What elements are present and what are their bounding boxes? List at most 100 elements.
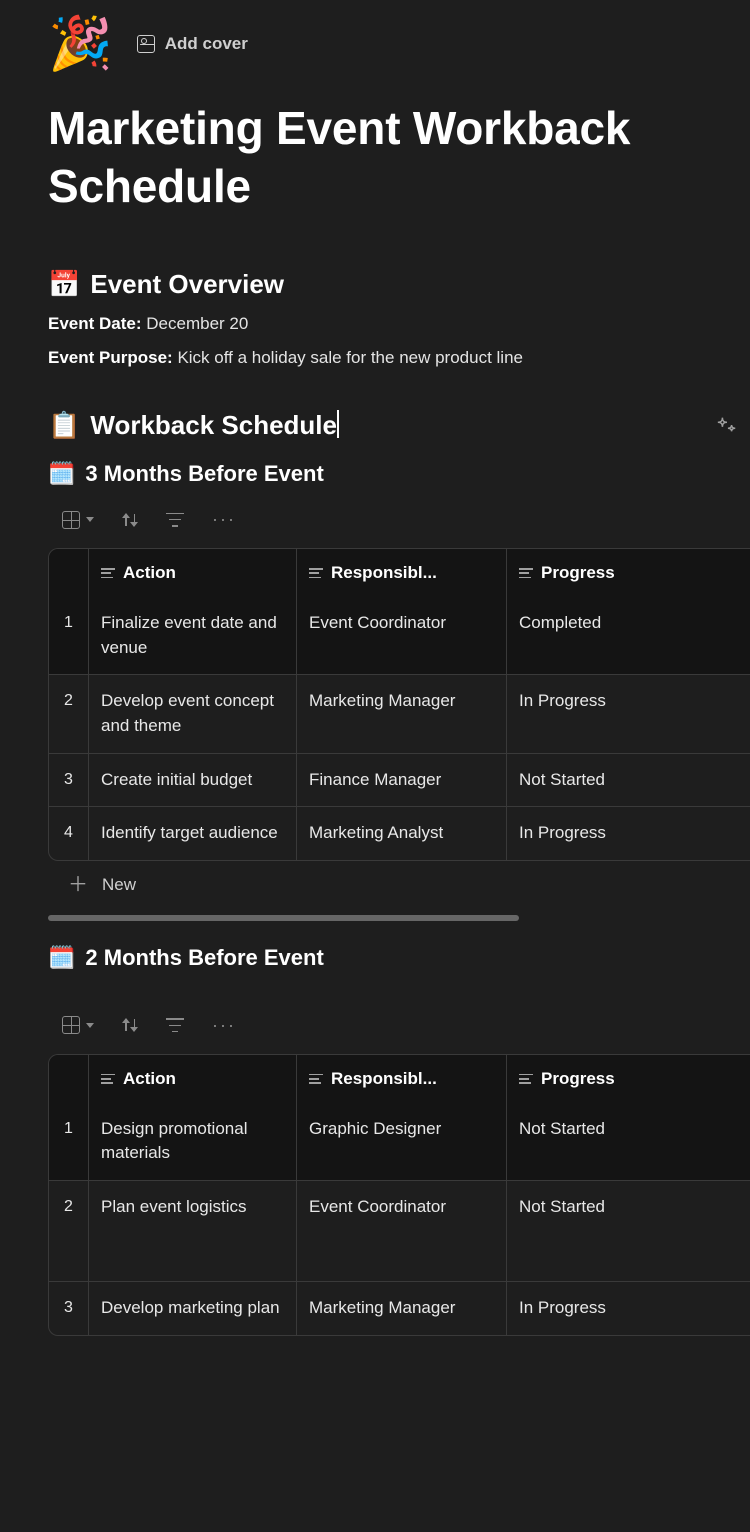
col-responsible-header[interactable]: Responsibl... bbox=[297, 549, 507, 597]
cell-progress[interactable]: In Progress bbox=[507, 675, 750, 752]
table-row[interactable]: 3Develop marketing planMarketing Manager… bbox=[49, 1281, 750, 1335]
cell-progress[interactable]: In Progress bbox=[507, 1282, 750, 1335]
cell-progress[interactable]: Not Started bbox=[507, 1181, 750, 1281]
col-progress-header[interactable]: Progress bbox=[507, 549, 750, 597]
workback-heading[interactable]: 📋 Workback Schedule bbox=[48, 410, 702, 441]
table2-toolbar: ··· bbox=[62, 1015, 702, 1036]
row-number: 3 bbox=[49, 754, 89, 807]
col-responsible-label: Responsibl... bbox=[331, 563, 437, 583]
col-progress-header[interactable]: Progress bbox=[507, 1055, 750, 1103]
chevron-down-icon bbox=[86, 1023, 94, 1028]
table-2months: Action Responsibl... Progress 1Design pr… bbox=[48, 1054, 750, 1336]
cell-action[interactable]: Plan event logistics bbox=[89, 1181, 297, 1281]
cell-action[interactable]: Create initial budget bbox=[89, 754, 297, 807]
table-header-row: Action Responsibl... Progress bbox=[49, 1055, 750, 1103]
cell-progress[interactable]: In Progress bbox=[507, 807, 750, 860]
clipboard-icon: 📋 bbox=[48, 410, 80, 441]
table1-hscroll[interactable] bbox=[48, 915, 702, 921]
cell-action[interactable]: Finalize event date and venue bbox=[89, 597, 297, 674]
cell-action[interactable]: Develop event concept and theme bbox=[89, 675, 297, 752]
cell-action[interactable]: Identify target audience bbox=[89, 807, 297, 860]
sort-button[interactable] bbox=[122, 511, 138, 529]
cell-progress[interactable]: Not Started bbox=[507, 1103, 750, 1180]
cell-responsible[interactable]: Marketing Analyst bbox=[297, 807, 507, 860]
filter-icon bbox=[166, 1018, 184, 1032]
section-3months-text: 3 Months Before Event bbox=[85, 461, 323, 487]
row-number: 2 bbox=[49, 1181, 89, 1281]
filter-button[interactable] bbox=[166, 513, 184, 527]
table-row[interactable]: 4Identify target audienceMarketing Analy… bbox=[49, 806, 750, 860]
section-3months-heading[interactable]: 🗓️ 3 Months Before Event bbox=[48, 461, 702, 487]
copilot-icon[interactable] bbox=[716, 412, 738, 434]
cell-responsible[interactable]: Marketing Manager bbox=[297, 1282, 507, 1335]
chevron-down-icon bbox=[86, 517, 94, 522]
col-num-header bbox=[49, 549, 89, 597]
cell-responsible[interactable]: Graphic Designer bbox=[297, 1103, 507, 1180]
row-number: 2 bbox=[49, 675, 89, 752]
cell-responsible[interactable]: Event Coordinator bbox=[297, 1181, 507, 1281]
table-row[interactable]: 3Create initial budgetFinance ManagerNot… bbox=[49, 753, 750, 807]
add-cover-button[interactable]: Add cover bbox=[137, 34, 248, 54]
table-row[interactable]: 1Design promotional materialsGraphic Des… bbox=[49, 1103, 750, 1180]
text-column-icon bbox=[101, 1074, 115, 1084]
add-cover-label: Add cover bbox=[165, 34, 248, 54]
scrollbar-thumb[interactable] bbox=[48, 915, 519, 921]
sort-button[interactable] bbox=[122, 1016, 138, 1034]
event-purpose-row[interactable]: Event Purpose: Kick off a holiday sale f… bbox=[48, 348, 702, 368]
view-button[interactable] bbox=[62, 511, 94, 529]
col-progress-label: Progress bbox=[541, 563, 615, 583]
col-responsible-header[interactable]: Responsibl... bbox=[297, 1055, 507, 1103]
cell-responsible[interactable]: Finance Manager bbox=[297, 754, 507, 807]
cell-action[interactable]: Design promotional materials bbox=[89, 1103, 297, 1180]
col-action-header[interactable]: Action bbox=[89, 549, 297, 597]
event-date-value-text: December 20 bbox=[146, 314, 248, 333]
col-action-header[interactable]: Action bbox=[89, 1055, 297, 1103]
col-responsible-label: Responsibl... bbox=[331, 1069, 437, 1089]
image-icon bbox=[137, 35, 155, 53]
col-action-label: Action bbox=[123, 563, 176, 583]
row-number: 3 bbox=[49, 1282, 89, 1335]
table-row[interactable]: 2Plan event logisticsEvent CoordinatorNo… bbox=[49, 1180, 750, 1281]
cell-responsible[interactable]: Event Coordinator bbox=[297, 597, 507, 674]
view-button[interactable] bbox=[62, 1016, 94, 1034]
plus-icon: ＋ bbox=[68, 875, 88, 895]
page-emoji-icon[interactable]: 🎉 bbox=[48, 18, 113, 70]
cell-progress[interactable]: Completed bbox=[507, 597, 750, 674]
row-number: 1 bbox=[49, 1103, 89, 1180]
event-purpose-label: Event Purpose: bbox=[48, 348, 173, 367]
cell-progress[interactable]: Not Started bbox=[507, 754, 750, 807]
sort-icon bbox=[122, 511, 138, 529]
col-progress-label: Progress bbox=[541, 1069, 615, 1089]
overview-heading[interactable]: 📅 Event Overview bbox=[48, 269, 702, 300]
row-number: 4 bbox=[49, 807, 89, 860]
filter-button[interactable] bbox=[166, 1018, 184, 1032]
cell-responsible[interactable]: Marketing Manager bbox=[297, 675, 507, 752]
text-column-icon bbox=[519, 1074, 533, 1084]
workback-heading-text: Workback Schedule bbox=[90, 410, 339, 441]
grid-icon bbox=[62, 511, 80, 529]
filter-icon bbox=[166, 513, 184, 527]
sort-icon bbox=[122, 1016, 138, 1034]
col-num-header bbox=[49, 1055, 89, 1103]
section-2months-text: 2 Months Before Event bbox=[85, 945, 323, 971]
page-title[interactable]: Marketing Event Workback Schedule bbox=[48, 100, 702, 215]
new-row-button[interactable]: ＋ New bbox=[48, 861, 702, 909]
overview-heading-text: Event Overview bbox=[90, 269, 284, 300]
table-3months: Action Responsibl... Progress 1Finalize … bbox=[48, 548, 750, 861]
grid-icon bbox=[62, 1016, 80, 1034]
event-date-row[interactable]: Event Date: December 20 bbox=[48, 314, 702, 334]
more-button[interactable]: ··· bbox=[212, 509, 236, 530]
event-purpose-value: Kick off a holiday sale for the new prod… bbox=[177, 348, 523, 367]
row-number: 1 bbox=[49, 597, 89, 674]
section-2months-heading[interactable]: 🗓️ 2 Months Before Event bbox=[48, 945, 702, 971]
table1-toolbar: ··· bbox=[62, 509, 702, 530]
new-row-label: New bbox=[102, 875, 136, 895]
text-column-icon bbox=[101, 568, 115, 578]
table-row[interactable]: 2Develop event concept and themeMarketin… bbox=[49, 674, 750, 752]
text-column-icon bbox=[309, 1074, 323, 1084]
cell-action[interactable]: Develop marketing plan bbox=[89, 1282, 297, 1335]
calendar-icon: 📅 bbox=[48, 269, 80, 300]
spiral-calendar-icon: 🗓️ bbox=[48, 945, 75, 971]
table-row[interactable]: 1Finalize event date and venueEvent Coor… bbox=[49, 597, 750, 674]
more-button[interactable]: ··· bbox=[212, 1015, 236, 1036]
